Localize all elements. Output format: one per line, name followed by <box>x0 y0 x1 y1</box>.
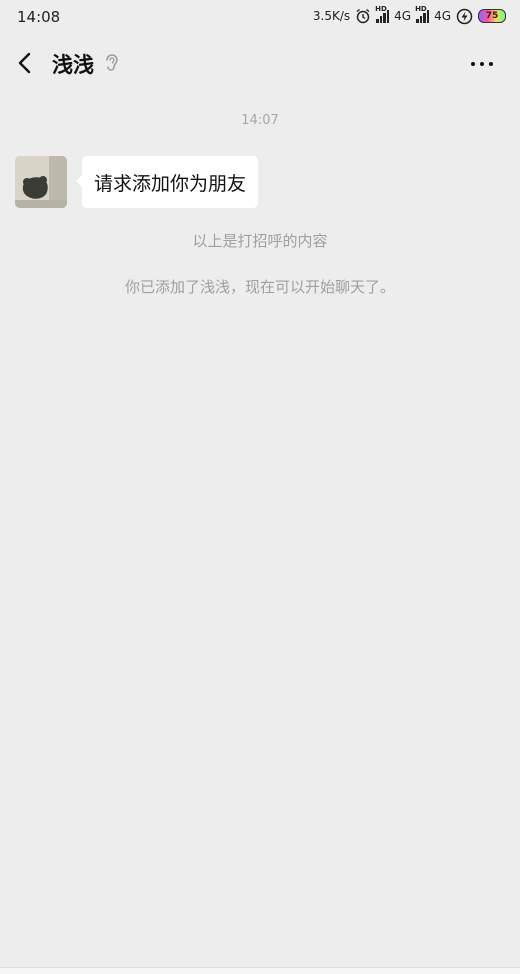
status-indicators: 3.5K/s HD 4G HD 4G 75 <box>312 5 506 25</box>
message-timestamp: 14:07 <box>241 113 279 128</box>
signal-icon: HD <box>415 5 430 23</box>
back-arrow-icon[interactable] <box>14 49 38 77</box>
more-icon[interactable] <box>464 52 500 76</box>
nav-bar: 浅浅 <box>0 32 520 94</box>
system-message-greeting: 以上是打招呼的内容 <box>192 232 328 250</box>
message-text: 请求添加你为朋友 <box>94 172 247 195</box>
charging-icon <box>456 8 473 24</box>
network-speed: 3.5K/s <box>312 9 351 23</box>
avatar-image <box>15 156 67 208</box>
hd-label: HD <box>375 4 387 13</box>
ear-icon <box>106 54 118 71</box>
bottom-edge <box>0 967 520 974</box>
chat-title: 浅浅 <box>52 53 94 77</box>
battery-level: 75 <box>485 11 499 21</box>
alarm-icon <box>356 8 370 24</box>
avatar[interactable] <box>15 156 67 208</box>
system-message-added: 你已添加了浅浅，现在可以开始聊天了。 <box>124 278 395 296</box>
sim1-network-label: 4G <box>394 9 412 23</box>
message-bubble[interactable]: 请求添加你为朋友 <box>75 156 259 208</box>
hd-label: HD <box>415 4 427 13</box>
status-bar: 14:08 3.5K/s HD 4G HD 4G 75 <box>0 0 520 32</box>
chat-screen: 14:08 3.5K/s HD 4G HD 4G 75 浅浅 14:07 请求添… <box>0 0 520 974</box>
battery-icon: 75 <box>478 9 506 23</box>
signal-icon: HD <box>375 5 390 23</box>
status-time: 14:08 <box>17 8 61 26</box>
sim2-network-label: 4G <box>434 9 451 23</box>
